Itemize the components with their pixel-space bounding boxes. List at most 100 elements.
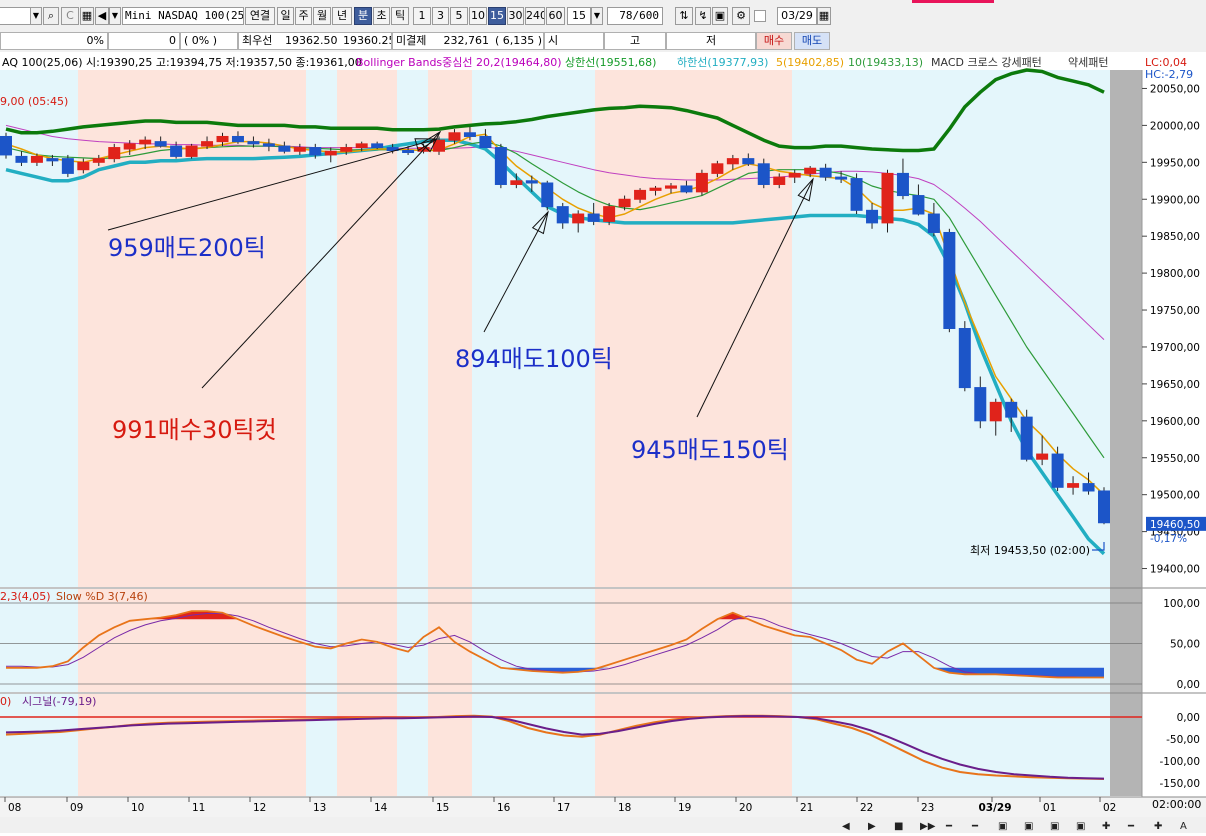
candle-body	[788, 172, 801, 178]
unsettled-label: 미결제	[392, 32, 436, 50]
price-label-0: 20050,00	[1150, 83, 1200, 95]
lower-band-label: 하한선(19377,93)	[677, 55, 768, 69]
candle-body	[247, 141, 260, 145]
candle-body	[664, 185, 677, 189]
sell-button[interactable]: 매도	[794, 32, 830, 50]
price-label-4: 19850,00	[1150, 231, 1200, 243]
bottom-control-icon-5: ━	[971, 821, 979, 832]
symbol-info-text: AQ 100(25,06) 시:19390,25 고:19394,75 저:19…	[2, 56, 362, 69]
chevron-down-icon[interactable]: ▼	[591, 7, 603, 25]
bottom-control-icon-0: ◀	[842, 821, 850, 832]
candle-body	[448, 132, 461, 141]
speaker-icon[interactable]: ◀	[95, 7, 109, 25]
tab-interval-15[interactable]: 15	[488, 7, 506, 25]
annotation-991-buy: 991매수30틱컷	[112, 416, 277, 444]
candle-body	[309, 147, 322, 156]
tab-period-0[interactable]: 연결	[245, 7, 275, 25]
current-price-label: 19460,50	[1150, 519, 1200, 531]
macd-header-left: 0)	[0, 695, 11, 708]
search-icon[interactable]: ⌕	[43, 7, 59, 25]
candle-body	[463, 132, 476, 137]
candle-body	[1098, 490, 1110, 524]
candle-body	[479, 135, 492, 149]
bottom-control-icon-2: ■	[894, 821, 903, 832]
time-label-11: 19	[678, 802, 691, 814]
buy-button[interactable]: 매수	[756, 32, 792, 50]
band-mc-1	[78, 694, 306, 796]
chevron-down-icon[interactable]: ▼	[109, 7, 121, 25]
high-label: 고	[604, 32, 666, 50]
band-st-1	[78, 589, 306, 692]
price-label-2: 19950,00	[1150, 157, 1200, 169]
tab-period-2[interactable]: 주	[295, 7, 312, 25]
tab-interval-60[interactable]: 60	[546, 7, 565, 25]
tab-period-6[interactable]: 초	[373, 7, 390, 25]
time-label-5: 13	[313, 802, 326, 814]
stoch-header-label: Slow %D 3(7,46)	[56, 590, 148, 603]
grid-icon[interactable]: ▦	[80, 7, 94, 25]
tab-interval-10[interactable]: 10	[469, 7, 487, 25]
band-st-4	[397, 589, 428, 692]
band-mc-7	[595, 694, 792, 796]
chart-svg[interactable]: 20050,00 20000,00 19950,00 19900,00 19850,00…	[0, 52, 1206, 833]
tab-interval-5[interactable]: 5	[450, 7, 468, 25]
tab-interval-1[interactable]: 1	[413, 7, 431, 25]
candle-body	[1036, 453, 1049, 460]
save-icon[interactable]: ▣	[712, 7, 728, 25]
ma10-label: 10(19433,13)	[848, 56, 923, 69]
open-label: 시	[544, 32, 604, 50]
tab-period-5[interactable]: 분	[354, 7, 372, 25]
macd-label: MACD 크로스 강세패턴	[931, 56, 1042, 69]
candle-body	[927, 213, 940, 233]
chart-area[interactable]: 20050,00 20000,00 19950,00 19900,00 19850,00…	[0, 52, 1206, 833]
tab-period-4[interactable]: 년	[332, 7, 352, 25]
time-label-0: 08	[8, 802, 21, 814]
candle-body	[773, 176, 786, 185]
candle-body	[1067, 483, 1080, 488]
candle-body	[324, 150, 337, 156]
date-checkbox[interactable]	[754, 10, 766, 22]
tab-interval-30[interactable]: 30	[507, 7, 524, 25]
date-field[interactable]: 03/29	[777, 7, 817, 25]
count-field[interactable]: 78/600	[607, 7, 663, 25]
price-label-8: 19650,00	[1150, 379, 1200, 391]
tab-interval-240[interactable]: 240	[525, 7, 545, 25]
candle-body	[587, 213, 600, 222]
candle-body	[680, 185, 693, 193]
code-icon[interactable]: C	[61, 7, 79, 25]
compare-icon[interactable]: ⇅	[675, 7, 693, 25]
time-label-12: 20	[739, 802, 752, 814]
annotation-945-sell: 945매도150틱	[631, 436, 789, 464]
bottom-control-icon-3: ▶▶	[920, 821, 936, 832]
indicator-icon[interactable]: ↯	[695, 7, 711, 25]
interval-value-field[interactable]: 15	[567, 7, 591, 25]
candle-body	[912, 195, 925, 215]
candle-body	[494, 147, 507, 185]
tab-period-7[interactable]: 틱	[391, 7, 409, 25]
candle-body	[30, 155, 43, 163]
tab-period-1[interactable]: 일	[277, 7, 294, 25]
gear-icon[interactable]: ⚙	[732, 7, 750, 25]
chevron-down-icon[interactable]: ▼	[30, 7, 42, 25]
symbol-field[interactable]: Mini NASDAQ 100(25.0	[122, 7, 244, 25]
bb-label: Bollinger Bands중심선 20,2(19464,80)	[356, 56, 562, 69]
time-label-7: 15	[436, 802, 449, 814]
tab-interval-3[interactable]: 3	[432, 7, 449, 25]
time-label-9: 17	[557, 802, 570, 814]
candle-body	[896, 172, 909, 197]
candle-body	[1082, 483, 1095, 492]
candle-body	[943, 231, 956, 329]
candle-body	[402, 150, 415, 154]
candle-body	[293, 147, 306, 152]
price-label-11: 19500,00	[1150, 490, 1200, 502]
candle-body	[139, 139, 152, 145]
tab-period-3[interactable]: 월	[313, 7, 331, 25]
candle-body	[711, 163, 724, 174]
calendar-icon[interactable]: ▦	[817, 7, 831, 25]
low-marker-label: 최저 19453,50 (02:00)	[970, 544, 1090, 557]
bottom-control-icon-4: ━	[945, 821, 953, 832]
best-label: 최우선	[238, 32, 282, 50]
time-label-18: 02	[1103, 802, 1116, 814]
candle-body	[231, 135, 244, 143]
candle-body	[541, 182, 554, 208]
